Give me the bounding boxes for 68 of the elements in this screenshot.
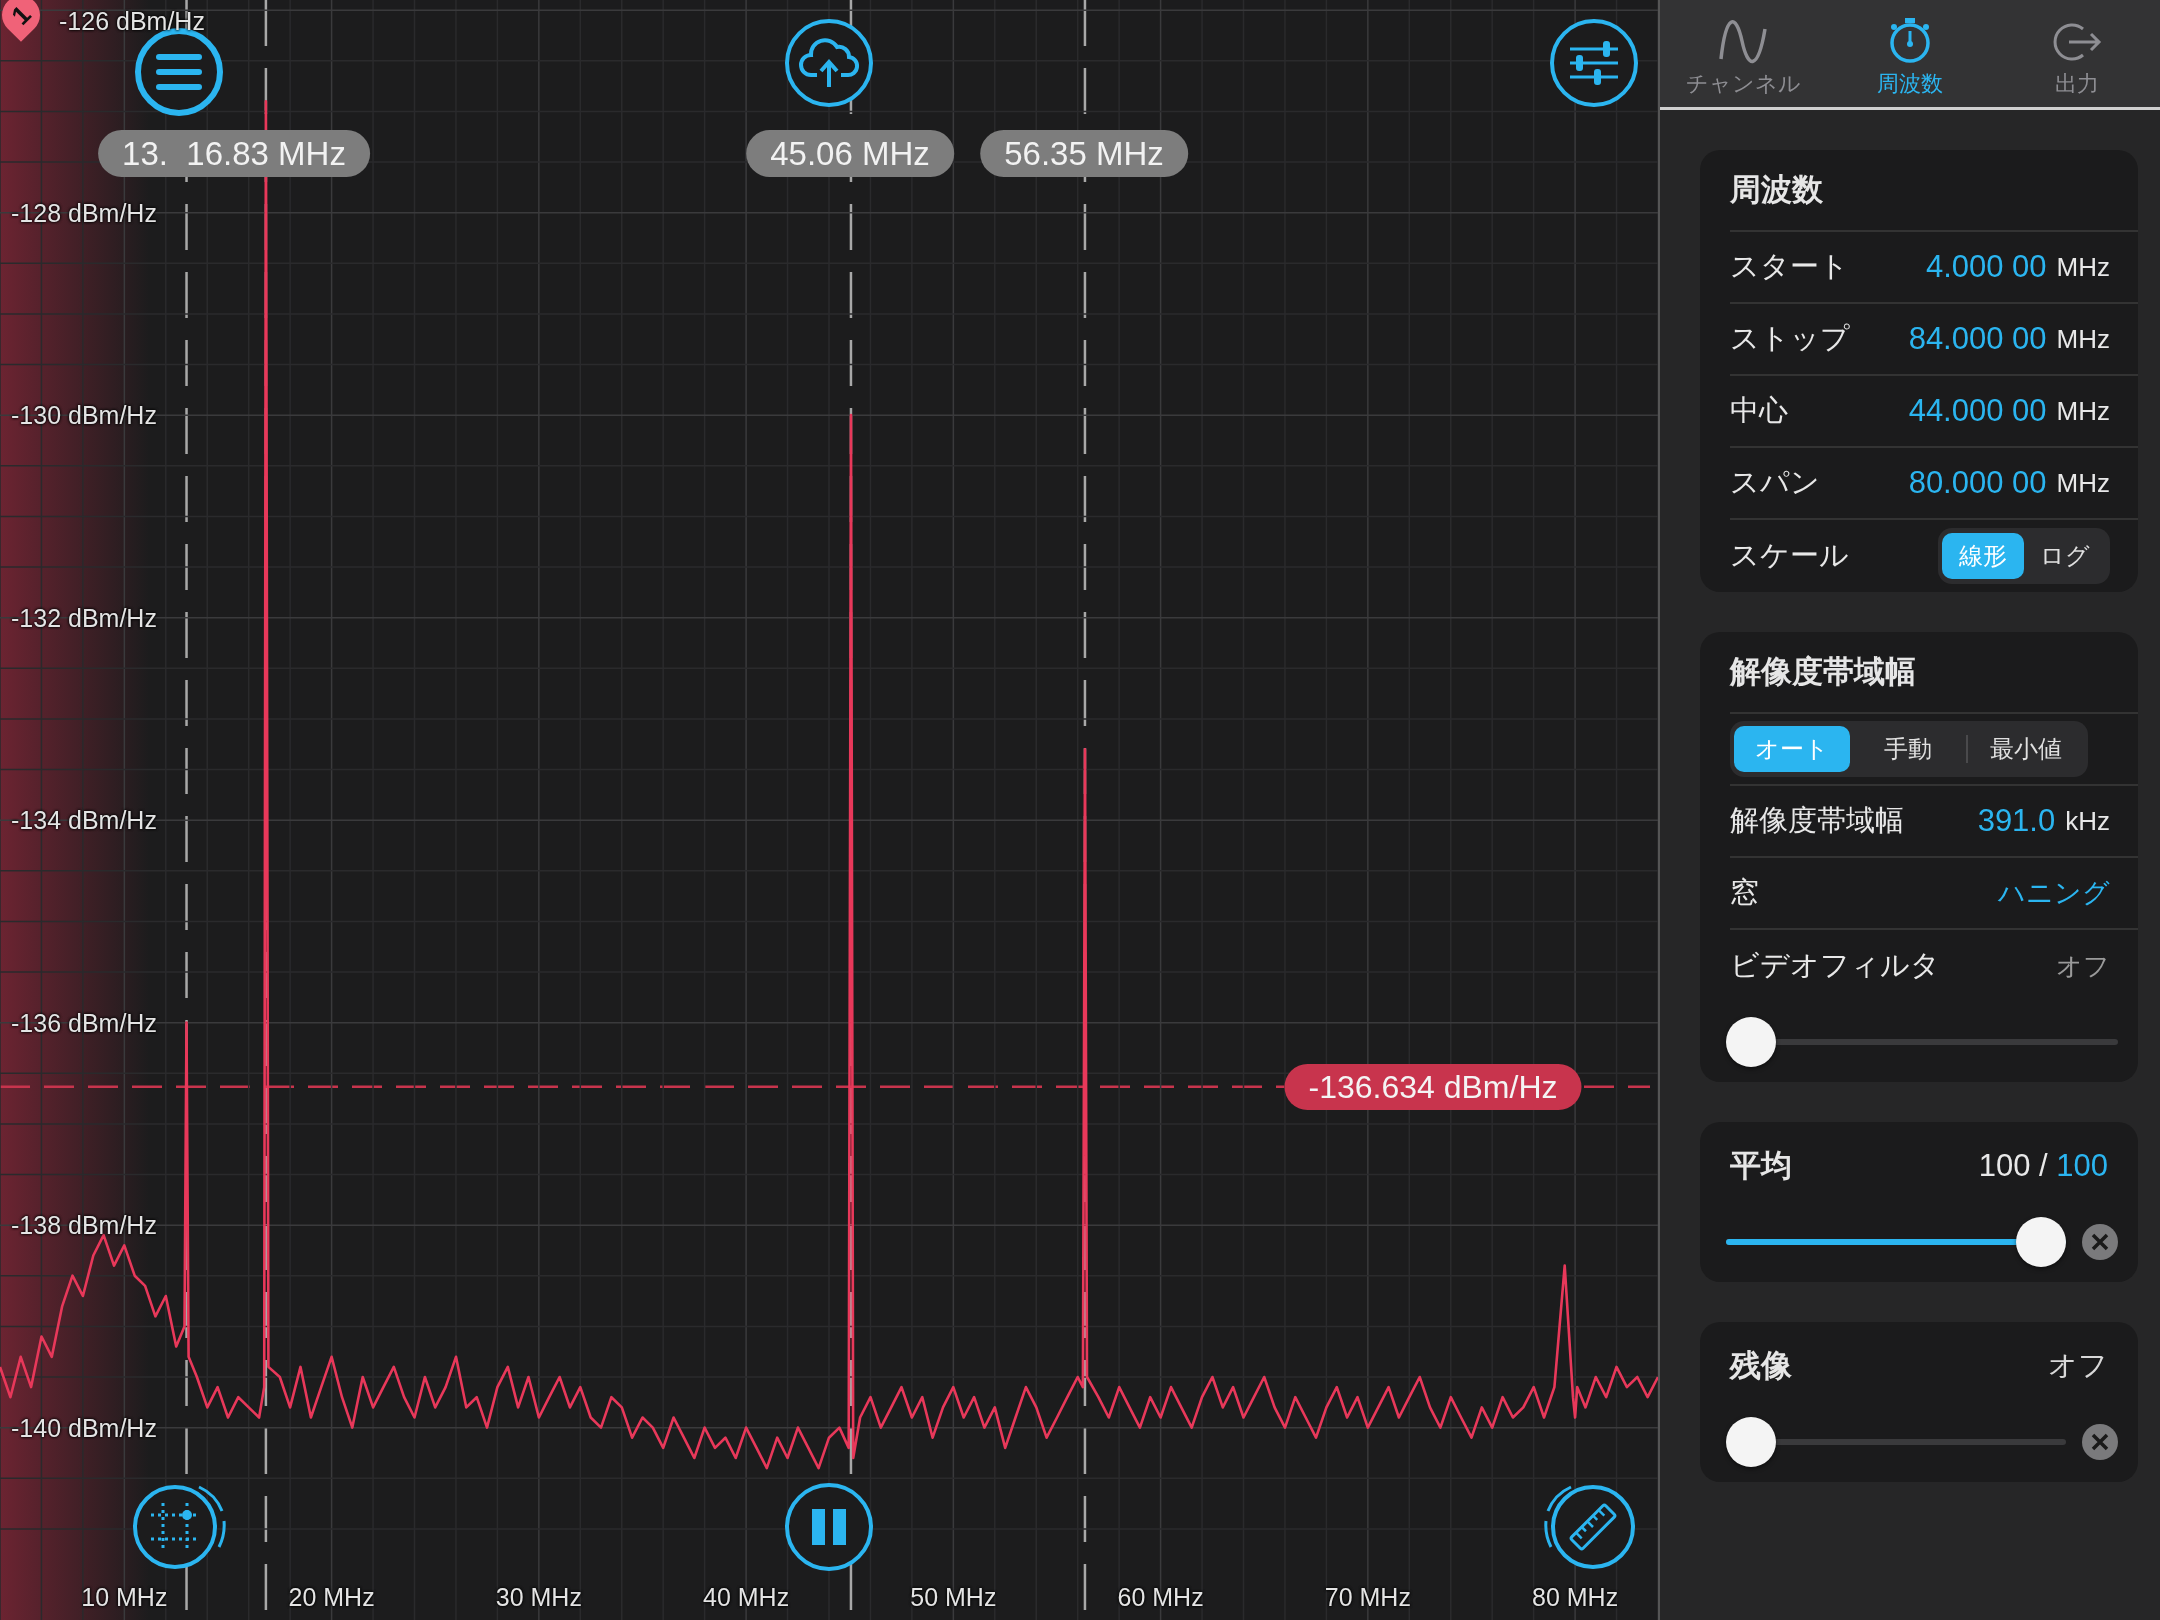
segment[interactable]: 最小値 <box>1968 726 2084 772</box>
section-title: 解像度帯域幅 <box>1730 632 2138 714</box>
unit-label: MHz <box>2056 467 2110 499</box>
field-value[interactable]: 84.000 00 <box>1908 321 2047 357</box>
axis-label: 30 MHz <box>495 1582 582 1612</box>
tab[interactable]: チャンネル <box>1660 0 1827 107</box>
pause-icon <box>783 1481 875 1573</box>
clear-button[interactable] <box>2082 1424 2118 1460</box>
section-title: 残像 <box>1730 1347 1792 1385</box>
axis-label: 10 MHz <box>81 1582 168 1612</box>
axis-label: 40 MHz <box>703 1582 790 1612</box>
field-label: ビデオフィルタ <box>1730 948 1940 983</box>
segment[interactable]: 手動 <box>1850 726 1966 772</box>
tab[interactable]: 周波数 <box>1826 0 1994 107</box>
field-label: スパン <box>1730 465 1820 500</box>
axis-label: 50 MHz <box>910 1582 997 1612</box>
field-value[interactable]: 44.000 00 <box>1908 393 2047 429</box>
slider-thumb[interactable] <box>1726 1017 1776 1067</box>
marker-readout: 56.35 MHz <box>980 130 1188 177</box>
section-title: 平均 <box>1730 1147 1792 1185</box>
cloud-upload-icon <box>783 17 875 109</box>
slider-thumb[interactable] <box>1726 1417 1776 1467</box>
unit-label: kHz <box>2065 805 2110 837</box>
field-value[interactable]: 80.000 00 <box>1908 465 2047 501</box>
unit-label: MHz <box>2056 323 2110 355</box>
status-value: オフ <box>2048 1348 2108 1383</box>
field-value[interactable]: 391.0 <box>1977 803 2056 839</box>
sliders-icon <box>1548 17 1640 109</box>
field-label: スケール <box>1730 538 1849 573</box>
status-value: オフ <box>2056 949 2110 983</box>
field-label: 中心 <box>1730 393 1788 428</box>
unit-label: MHz <box>2056 395 2110 427</box>
axis-label: -130 dBm/Hz <box>11 400 157 431</box>
field-value[interactable]: 4.000 00 <box>1925 249 2047 285</box>
marker-readout: 13. 16.83 MHz <box>98 130 370 177</box>
slider[interactable] <box>1726 1417 2066 1467</box>
axis-label: -132 dBm/Hz <box>11 602 157 633</box>
section-title: 周波数 <box>1730 150 2138 232</box>
axis-label: 20 MHz <box>288 1582 375 1612</box>
reference-level-readout: -136.634 dBm/Hz <box>1284 1063 1582 1110</box>
axis-label: 70 MHz <box>1324 1582 1411 1612</box>
segment[interactable]: ログ <box>2024 533 2106 579</box>
slider[interactable] <box>1726 1217 2066 1267</box>
close-icon <box>2091 1233 2109 1251</box>
field-label: 窓 <box>1730 875 1759 910</box>
field-label: ストップ <box>1730 321 1850 356</box>
sine-wave-icon <box>1718 19 1769 65</box>
slider[interactable] <box>1726 1017 2118 1067</box>
cloud-upload-button[interactable] <box>783 17 875 109</box>
slider-thumb[interactable] <box>2016 1217 2066 1267</box>
axis-label: -128 dBm/Hz <box>11 197 157 228</box>
marker-readout: 45.06 MHz <box>746 130 954 177</box>
axis-label: -136 dBm/Hz <box>11 1007 157 1038</box>
tab[interactable]: 出力 <box>1993 0 2160 107</box>
close-icon <box>2091 1433 2109 1451</box>
pause-button[interactable] <box>783 1481 875 1573</box>
settings-button[interactable] <box>1548 17 1640 109</box>
axis-label: -140 dBm/Hz <box>11 1412 157 1443</box>
axis-label: 60 MHz <box>1117 1582 1204 1612</box>
axis-label: 80 MHz <box>1532 1582 1619 1612</box>
field-label: スタート <box>1730 249 1849 284</box>
average-count: 100 / 100 <box>1978 1148 2108 1184</box>
axis-label: -138 dBm/Hz <box>11 1210 157 1241</box>
unit-label: MHz <box>2056 251 2110 283</box>
clear-button[interactable] <box>2082 1224 2118 1260</box>
window-value[interactable]: ハニング <box>1998 875 2110 911</box>
field-label: 解像度帯域幅 <box>1730 803 1904 838</box>
axis-label: -134 dBm/Hz <box>11 805 157 836</box>
